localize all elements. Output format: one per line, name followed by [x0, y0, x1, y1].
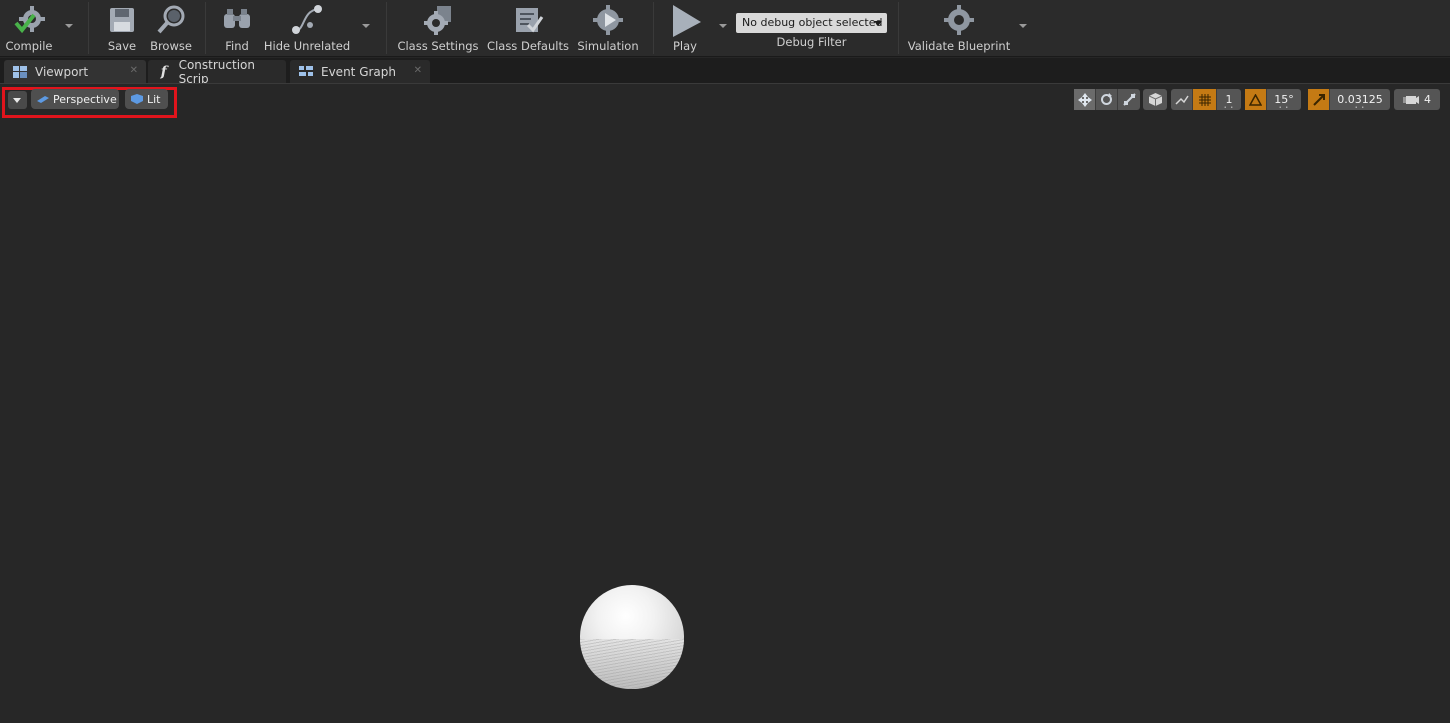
find-binoculars-icon — [220, 3, 254, 37]
grid-icon — [1198, 93, 1211, 106]
debug-object-select[interactable]: No debug object selected — [736, 13, 887, 33]
camera-speed-value: 4 — [1424, 93, 1431, 106]
toolbar-divider — [205, 2, 206, 54]
play-triangle-icon — [668, 3, 702, 37]
hide-unrelated-label: Hide Unrelated — [263, 39, 351, 53]
browse-button[interactable]: Browse — [150, 0, 192, 56]
simulation-button[interactable]: Simulation — [577, 0, 639, 56]
transform-mode-group — [1074, 89, 1140, 110]
find-label: Find — [225, 39, 249, 53]
debug-filter-label: Debug Filter — [776, 35, 847, 49]
event-graph-icon — [298, 65, 314, 79]
level-viewport[interactable] — [0, 83, 1450, 723]
rotation-snap-value[interactable]: 15° — [1267, 89, 1301, 110]
viewport-options-dropdown[interactable] — [8, 91, 27, 109]
scale-snap-toggle[interactable] — [1308, 89, 1330, 110]
browse-label: Browse — [150, 39, 192, 53]
grid-snap-value[interactable]: 1 — [1217, 89, 1241, 110]
move-arrows-icon — [1077, 92, 1092, 107]
function-icon: f — [160, 63, 167, 80]
play-options-dropdown[interactable] — [718, 22, 728, 30]
tab-event-graph-label: Event Graph — [321, 64, 396, 79]
editor-tab-bar: Viewport ✕ f Construction Scrip Event Gr… — [0, 57, 1450, 86]
class-settings-gear-icon — [421, 3, 455, 37]
perspective-label: Perspective — [53, 92, 117, 106]
camera-speed-group: 4 — [1394, 89, 1440, 110]
scale-icon — [1122, 93, 1136, 106]
debug-object-value: No debug object selected — [742, 16, 883, 29]
scale-snap-arrow-icon — [1312, 93, 1325, 106]
lit-view-mode-button[interactable]: Lit — [125, 89, 168, 109]
close-icon[interactable]: ✕ — [130, 65, 138, 76]
perspective-cube-icon — [37, 96, 49, 103]
surface-snap-icon — [1174, 95, 1189, 105]
camera-speed-button[interactable]: 4 — [1394, 89, 1440, 110]
save-button[interactable]: Save — [104, 0, 140, 56]
class-settings-button[interactable]: Class Settings — [397, 0, 479, 56]
tab-viewport-label: Viewport — [35, 64, 89, 79]
validate-gear-icon — [942, 3, 976, 37]
tab-viewport[interactable]: Viewport ✕ — [4, 60, 146, 83]
scale-snap-group: 0.03125 — [1308, 89, 1390, 110]
perspective-view-button[interactable]: Perspective — [31, 89, 119, 109]
class-settings-label: Class Settings — [397, 39, 479, 53]
world-local-toggle[interactable] — [1143, 89, 1167, 110]
translate-mode-button[interactable] — [1074, 89, 1096, 110]
hide-unrelated-button[interactable]: Hide Unrelated — [264, 0, 350, 56]
rotation-snap-group: 15° — [1245, 89, 1301, 110]
save-label: Save — [107, 39, 137, 53]
hide-unrelated-node-icon — [290, 3, 324, 37]
lit-sphere-icon — [131, 94, 143, 104]
validate-blueprint-label: Validate Blueprint — [907, 39, 1011, 53]
grid-snap-toggle[interactable] — [1193, 89, 1217, 110]
scale-snap-value[interactable]: 0.03125 — [1330, 89, 1390, 110]
class-defaults-button[interactable]: Class Defaults — [487, 0, 569, 56]
rotate-mode-button[interactable] — [1096, 89, 1118, 110]
scale-mode-button[interactable] — [1118, 89, 1140, 110]
tab-construction-script-label: Construction Scrip — [178, 57, 255, 86]
sphere-mesh-preview[interactable] — [580, 585, 684, 689]
main-toolbar: Compile Save Browse Find Hide Unrelated … — [0, 0, 1450, 57]
validate-blueprint-button[interactable]: Validate Blueprint — [907, 0, 1011, 56]
viewport-icon — [12, 65, 28, 79]
tab-construction-script[interactable]: f Construction Scrip — [148, 57, 286, 86]
hide-unrelated-options-dropdown[interactable] — [361, 22, 371, 30]
lit-label: Lit — [147, 92, 161, 106]
validate-options-dropdown[interactable] — [1018, 22, 1028, 30]
compile-options-dropdown[interactable] — [64, 22, 74, 30]
simulation-label: Simulation — [577, 39, 639, 53]
camera-icon — [1403, 95, 1419, 104]
rotate-icon — [1101, 93, 1112, 105]
play-label: Play — [673, 39, 697, 53]
coordinate-system-group — [1143, 89, 1167, 110]
find-button[interactable]: Find — [218, 0, 256, 56]
save-floppy-icon — [105, 3, 139, 37]
compile-gear-check-icon — [12, 3, 46, 37]
angle-icon — [1249, 93, 1262, 106]
close-icon[interactable]: ✕ — [414, 65, 422, 76]
simulation-gear-play-icon — [591, 3, 625, 37]
compile-button[interactable]: Compile — [4, 0, 54, 56]
rotation-snap-toggle[interactable] — [1245, 89, 1267, 110]
surface-snap-button[interactable] — [1171, 89, 1193, 110]
chevron-down-icon — [874, 21, 882, 26]
tab-event-graph[interactable]: Event Graph ✕ — [290, 60, 430, 83]
toolbar-divider — [898, 2, 899, 54]
compile-label: Compile — [5, 39, 53, 53]
play-button[interactable]: Play — [664, 0, 706, 56]
class-defaults-checklist-icon — [511, 3, 545, 37]
class-defaults-label: Class Defaults — [487, 39, 569, 53]
grid-snap-group: 1 — [1171, 89, 1241, 110]
toolbar-divider — [88, 2, 89, 54]
browse-magnifier-icon — [154, 3, 188, 37]
toolbar-divider — [386, 2, 387, 54]
cube-icon — [1148, 93, 1162, 106]
toolbar-divider — [653, 2, 654, 54]
